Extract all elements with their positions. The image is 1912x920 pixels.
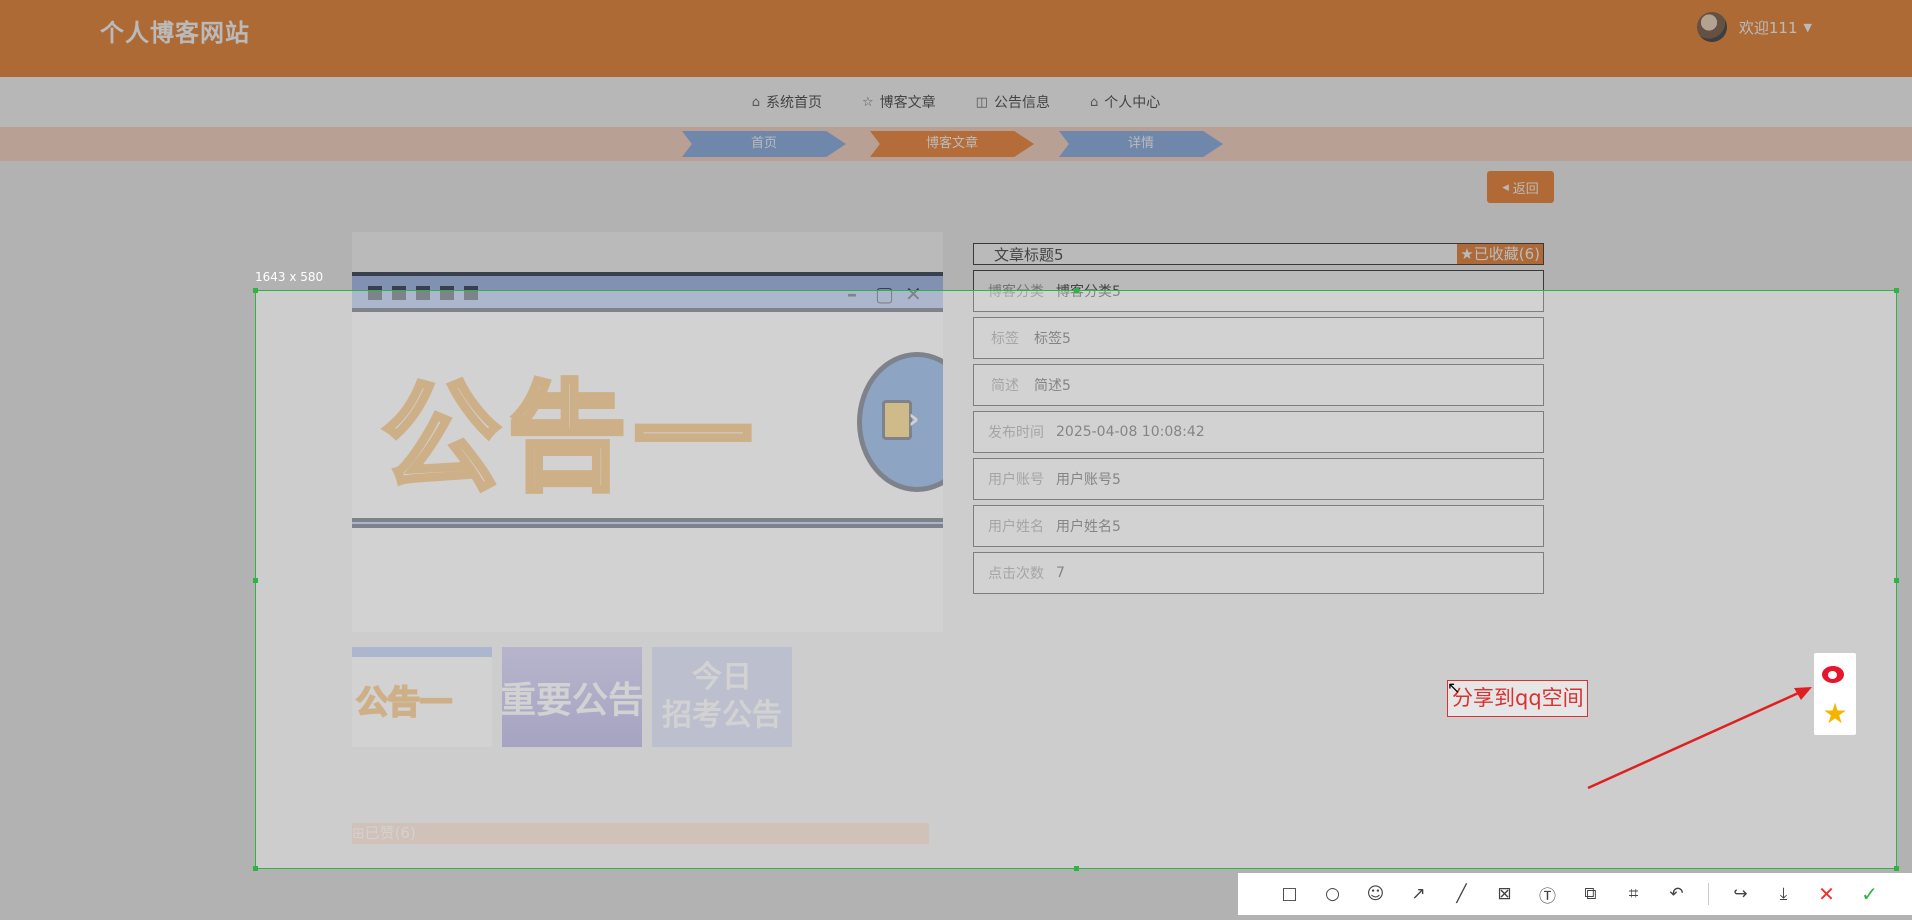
sticker-tool-icon[interactable]: ⧉ <box>1569 873 1612 915</box>
weibo-icon[interactable] <box>1820 660 1850 686</box>
caret-left-icon: ◂ <box>1502 179 1509 195</box>
line-tool-icon[interactable]: ╱ <box>1440 873 1483 915</box>
chevron-down-icon[interactable]: ▼ <box>1804 21 1812 34</box>
breadcrumb: 首页 博客文章 详情 <box>0 127 1912 161</box>
site-header: 个人博客网站 欢迎111 ▼ <box>0 0 1912 77</box>
back-button[interactable]: ◂ 返回 <box>1487 171 1554 203</box>
screenshot-toolbar: □ ○ ☺ ↗ ╱ ⊠ Ⓣ ⧉ ⌗ ↶ ↪ ⤓ ✕ ✓ <box>1238 873 1912 915</box>
site-title: 个人博客网站 <box>100 19 250 47</box>
bag-icon: ◫ <box>975 94 988 110</box>
annotation-arrow[interactable] <box>1580 680 1820 790</box>
favorite-button[interactable]: ★已收藏(6) <box>1457 244 1543 264</box>
avatar[interactable] <box>1696 12 1727 42</box>
back-label: 返回 <box>1512 181 1539 197</box>
nav-label: 博客文章 <box>879 95 936 111</box>
breadcrumb-detail: 详情 <box>1059 131 1223 157</box>
article-title: 文章标题5 <box>994 245 1064 264</box>
resize-handle[interactable] <box>253 866 258 871</box>
nav-item-home[interactable]: ⌂ 系统首页 <box>752 92 822 112</box>
ocr-tool-icon[interactable]: ⌗ <box>1612 873 1655 915</box>
resize-handle[interactable] <box>1894 866 1899 871</box>
star-icon: ☆ <box>862 94 874 110</box>
text-cursor-icon: ↖ <box>1447 678 1461 697</box>
article-title-row: 文章标题5 ★已收藏(6) <box>973 243 1544 265</box>
resize-handle[interactable] <box>253 578 258 583</box>
main-nav: ⌂ 系统首页 ☆ 博客文章 ◫ 公告信息 ⌂ 个人中心 <box>0 77 1912 127</box>
user-menu[interactable]: 欢迎111 ▼ <box>1696 12 1812 42</box>
annotation-text[interactable]: 分享到qq空间 <box>1447 680 1588 717</box>
resize-handle[interactable] <box>253 288 258 293</box>
resize-handle[interactable] <box>1894 288 1899 293</box>
toolbar-divider <box>1708 883 1709 905</box>
nav-item-profile[interactable]: ⌂ 个人中心 <box>1090 92 1160 112</box>
ellipse-tool-icon[interactable]: ○ <box>1311 873 1354 915</box>
breadcrumb-blog[interactable]: 博客文章 <box>870 131 1034 157</box>
arrow-tool-icon[interactable]: ↗ <box>1397 873 1440 915</box>
selection-size-label: 1643 x 580 <box>255 270 324 284</box>
breadcrumb-home[interactable]: 首页 <box>682 131 846 157</box>
rectangle-tool-icon[interactable]: □ <box>1268 873 1311 915</box>
welcome-text: 欢迎111 <box>1738 18 1798 37</box>
nav-item-notice[interactable]: ◫ 公告信息 <box>976 92 1050 112</box>
download-icon[interactable]: ⤓ <box>1762 873 1805 915</box>
nav-item-blog[interactable]: ☆ 博客文章 <box>862 92 936 112</box>
home-icon: ⌂ <box>751 94 761 110</box>
text-tool-icon[interactable]: Ⓣ <box>1526 873 1569 915</box>
cancel-icon[interactable]: ✕ <box>1805 873 1848 915</box>
nav-label: 系统首页 <box>766 95 823 111</box>
nav-label: 个人中心 <box>1104 95 1161 111</box>
undo-icon[interactable]: ↶ <box>1655 873 1698 915</box>
qzone-star-icon[interactable]: ★ <box>1822 700 1847 728</box>
emoji-tool-icon[interactable]: ☺ <box>1354 873 1397 915</box>
share-widget: ★ <box>1814 653 1856 735</box>
resize-handle[interactable] <box>1074 288 1079 293</box>
mosaic-tool-icon[interactable]: ⊠ <box>1483 873 1526 915</box>
home-icon: ⌂ <box>1089 94 1099 110</box>
confirm-icon[interactable]: ✓ <box>1848 873 1891 915</box>
resize-handle[interactable] <box>1894 578 1899 583</box>
nav-label: 公告信息 <box>993 95 1050 111</box>
share-icon[interactable]: ↪ <box>1719 873 1762 915</box>
resize-handle[interactable] <box>1074 866 1079 871</box>
